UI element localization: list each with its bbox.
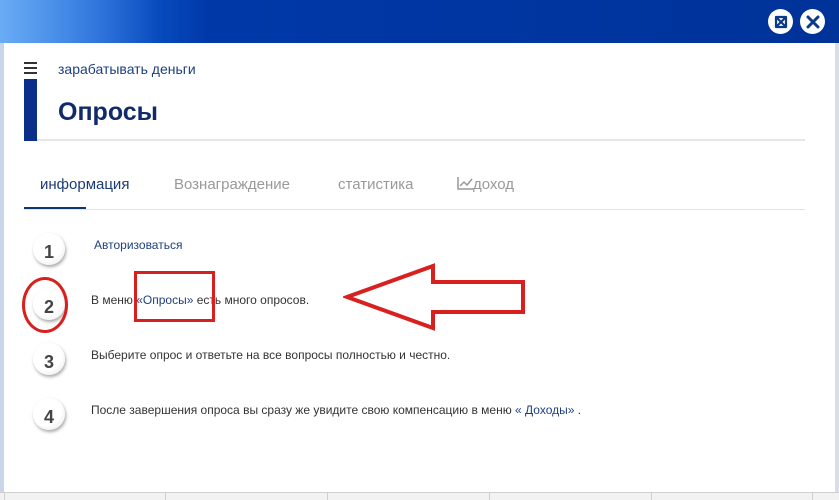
step-2-text-before: В меню (91, 293, 137, 307)
step-4-text-after: . (574, 403, 582, 417)
step-1-badge: 1 (33, 233, 65, 265)
step-4-text-before: После завершения опроса вы сразу же увид… (91, 403, 516, 417)
window-titlebar (0, 0, 839, 43)
close-x-icon (806, 15, 819, 28)
tab-income[interactable]: доход (457, 176, 514, 193)
income-link[interactable]: « Доходы» (515, 403, 574, 417)
tab-income-label: доход (473, 176, 515, 193)
step-1-text: Авторизоваться (94, 238, 182, 252)
title-divider (37, 139, 805, 141)
window-scrollbar[interactable] (835, 43, 839, 499)
titlebar-highlight (0, 0, 160, 43)
step-3-text: Выберите опрос и ответьте на все вопросы… (91, 348, 451, 362)
close-button[interactable] (800, 9, 825, 34)
breadcrumb[interactable]: зарабатывать деньги (58, 61, 196, 77)
hamburger-menu-icon[interactable] (24, 62, 37, 74)
maximize-button[interactable] (768, 9, 793, 34)
title-accent-bar (24, 79, 37, 141)
step-4-badge: 4 (33, 398, 65, 430)
expand-arrows-icon (774, 15, 787, 28)
login-link[interactable]: Авторизоваться (94, 238, 182, 252)
line-chart-icon (457, 177, 473, 190)
left-arrow-annotation (343, 263, 525, 331)
highlight-box-annotation (134, 271, 215, 322)
step-3-badge: 3 (33, 343, 65, 375)
tab-info[interactable]: информация (40, 176, 129, 193)
tab-statistics[interactable]: статистика (338, 176, 413, 193)
tabs-divider (24, 209, 805, 210)
highlight-circle-annotation (22, 277, 68, 333)
tab-reward[interactable]: Вознаграждение (174, 176, 290, 193)
page-title: Опросы (58, 98, 159, 126)
window-left-border (0, 43, 4, 499)
step-4-text: После завершения опроса вы сразу же увид… (91, 403, 581, 417)
